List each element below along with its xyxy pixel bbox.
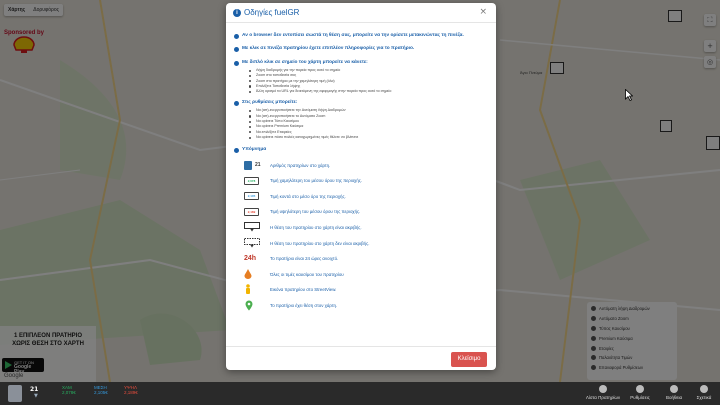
station-count: 21: [30, 386, 39, 393]
price-avg-value: 2,105€: [94, 390, 108, 395]
list-icon: [599, 385, 607, 393]
bullet-icon: [234, 46, 239, 52]
modal-footer: Κλείσιμο: [226, 346, 496, 370]
legend-text: Αριθμός πρατηρίων στο χάρτη.: [270, 162, 331, 168]
about-label: Σχετικά: [696, 395, 712, 400]
legend-row: Η θέση του πρατηρίου στο χάρτη δεν είναι…: [244, 235, 488, 251]
about-button[interactable]: Σχετικά: [690, 385, 718, 400]
settings-list: Να (απ)-ενεργοποιήσετε την Αυτόματη Λήψη…: [249, 108, 488, 140]
close-icon[interactable]: ×: [479, 7, 487, 17]
price-low[interactable]: ΧΑΜ 2,078€: [62, 385, 76, 395]
legend-text: Τιμή κοντά στο μέσο όρο της περιοχής.: [270, 193, 346, 199]
high-price-marker-icon: 2,189: [244, 207, 259, 216]
info-icon: [700, 385, 708, 393]
legend-row: Εικόνα πρατηρίου στο StreetView.: [244, 282, 488, 298]
legend-row: Η θέση του πρατηρίου στο χάρτη είναι ακρ…: [244, 220, 488, 236]
station-list-button[interactable]: Λίστα Πρατηρίων: [583, 385, 623, 400]
instruction-item: Αν ο browser δεν εντοπίσει σωστά τη θέση…: [234, 33, 488, 39]
instruction-item: Υπόμνημα: [234, 147, 488, 153]
list-item: Άλλη ορισμό τα URL για δεικτόμενη της εφ…: [249, 89, 488, 94]
legend-heading: Υπόμνημα: [242, 147, 267, 153]
price-low-value: 2,078€: [62, 390, 76, 395]
instructions-modal: i Οδηγίες fuelGR × Αν ο browser δεν εντο…: [226, 3, 496, 370]
pin-icon: ▼: [34, 393, 38, 399]
approx-position-icon: [244, 238, 260, 248]
fuel-drop-icon: [244, 269, 252, 280]
instruction-item: Με διπλό κλικ σε σημείο του χάρτη μπορεί…: [234, 60, 488, 66]
legend-text: Το πρατήριο έχει θέση στον χάρτη.: [270, 302, 338, 308]
help-icon: [670, 385, 678, 393]
instruction-item: Με κλικ σε πινέζα πρατηρίου έχετε επιπλέ…: [234, 46, 488, 52]
legend-row: 2,078 Τιμή χαμηλότερη του μέσου όρου της…: [244, 173, 488, 189]
legend-list: 21 Αριθμός πρατηρίων στο χάρτη. 2,078 Τι…: [244, 157, 488, 313]
legend-row: Όλες οι τιμές καυσίμου του πρατηρίου: [244, 266, 488, 282]
station-list-label: Λίστα Πρατηρίων: [585, 395, 621, 400]
bullet-icon: [234, 60, 239, 66]
mouse-cursor-icon: [625, 89, 633, 101]
settings-button[interactable]: Ρυθμίσεις: [625, 385, 655, 400]
legend-row: 2,189 Τιμή υψηλότερη του μέσου όρου της …: [244, 204, 488, 220]
low-price-marker-icon: 2,078: [244, 176, 259, 185]
legend-text: Τιμή υψηλότερη του μέσου όρου της περιοχ…: [270, 209, 361, 215]
legend-text: Η θέση του πρατηρίου στο χάρτη είναι ακρ…: [270, 224, 362, 230]
price-high[interactable]: ΥΨΗΛ 2,189€: [124, 385, 138, 395]
exact-position-icon: [244, 222, 260, 232]
station-count-icon: 21: [244, 160, 261, 170]
instruction-text: Με κλικ σε πινέζα πρατηρίου έχετε επιπλέ…: [242, 46, 415, 51]
instruction-item: Στις ρυθμίσεις μπορείτε:: [234, 100, 488, 106]
list-item: Να ορίσετε πόσο παλιές καταχωρημένες τιμ…: [249, 135, 488, 140]
legend-icon-text: 21: [255, 162, 261, 169]
legend-text: Εικόνα πρατηρίου στο StreetView.: [270, 287, 337, 293]
help-button[interactable]: Βοήθεια: [660, 385, 688, 400]
legend-row: Το πρατήριο έχει θέση στον χάρτη.: [244, 298, 488, 314]
legend-row: 2,105 Τιμή κοντά στο μέσο όρο της περιοχ…: [244, 188, 488, 204]
legend-text: Η θέση του πρατηρίου στο χάρτη δεν είναι…: [270, 240, 370, 246]
close-button[interactable]: Κλείσιμο: [451, 352, 487, 367]
legend-text: Το πρατήριο είναι 24 ώρες ανοιχτό.: [270, 256, 339, 262]
modal-title-text: Οδηγίες fuelGR: [244, 8, 300, 17]
help-label: Βοήθεια: [665, 395, 683, 400]
gear-icon: [636, 385, 644, 393]
legend-row: 21 Αριθμός πρατηρίων στο χάρτη.: [244, 157, 488, 173]
modal-body: Αν ο browser δεν εντοπίσει σωστά τη θέση…: [226, 24, 496, 342]
bullet-icon: [234, 100, 239, 106]
double-click-list: Λήψη διαδρομής για την πορεία προς αυτό …: [249, 68, 488, 94]
24h-icon: 24h: [244, 255, 257, 263]
legend-text: Τιμή χαμηλότερη του μέσου όρου της περιο…: [270, 178, 363, 184]
price-high-value: 2,189€: [124, 390, 138, 395]
bullet-icon: [234, 147, 239, 153]
streetview-pegman-icon: [246, 284, 250, 295]
legend-row: 24h Το πρατήριο είναι 24 ώρες ανοιχτό.: [244, 251, 488, 267]
modal-header: i Οδηγίες fuelGR ×: [226, 3, 496, 23]
legend-text: Όλες οι τιμές καυσίμου του πρατηρίου: [270, 271, 344, 277]
avg-price-marker-icon: 2,105: [244, 192, 259, 201]
info-icon: i: [233, 8, 241, 17]
instruction-text: Στις ρυθμίσεις μπορείτε:: [242, 100, 298, 106]
instruction-text: Αν ο browser δεν εντοπίσει σωστά τη θέση…: [242, 33, 464, 38]
station-icon: [244, 160, 252, 170]
modal-title: i Οδηγίες fuelGR: [233, 8, 299, 17]
map-pin-icon: [245, 300, 253, 311]
bottom-toolbar: 21 ▼ ΧΑΜ 2,078€ ΜΕΣΗ 2,105€ ΥΨΗΛ 2,189€ …: [0, 382, 720, 405]
fuelgr-logo-icon[interactable]: [8, 385, 22, 402]
price-avg[interactable]: ΜΕΣΗ 2,105€: [94, 385, 108, 395]
bullet-icon: [234, 33, 239, 39]
instruction-text: Με διπλό κλικ σε σημείο του χάρτη μπορεί…: [242, 60, 368, 65]
settings-label: Ρυθμίσεις: [630, 395, 650, 400]
